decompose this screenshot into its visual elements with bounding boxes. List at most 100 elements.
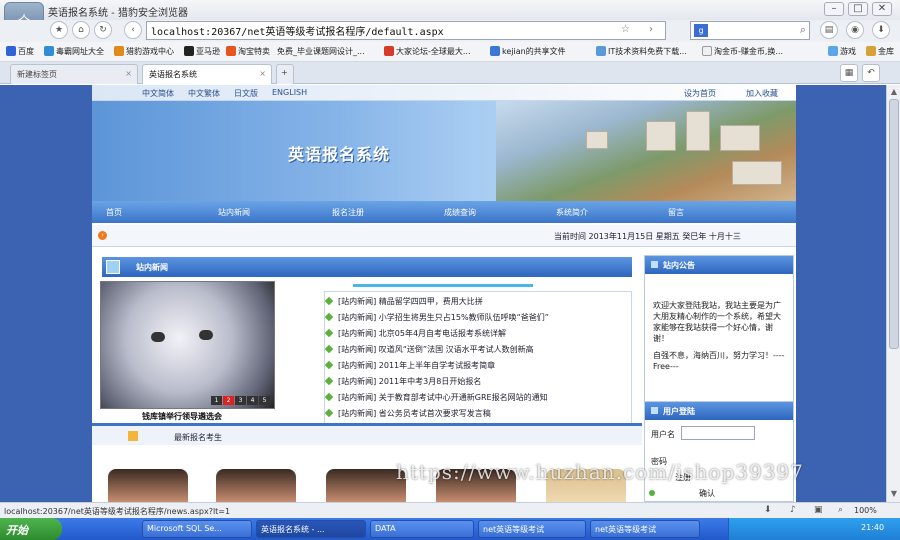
- tab-bar: 新建标签页 × 英语报名系统 × + ▦ ↶: [0, 62, 900, 84]
- undo-close-icon[interactable]: ↶: [862, 64, 880, 82]
- menu-about[interactable]: 系统简介: [556, 207, 588, 218]
- task-project-editor[interactable]: net英语等级考试: [590, 520, 700, 538]
- tools-icon[interactable]: ▤: [820, 21, 838, 39]
- fav-item-design[interactable]: 免费_毕业课题网设计_...: [277, 46, 365, 57]
- site-banner: 英语报名系统: [92, 101, 796, 201]
- favorite-star-icon[interactable]: ☆: [621, 24, 630, 35]
- latest-examinees-header: 最新报名考生: [92, 423, 642, 445]
- news-item[interactable]: [站内新闻] 2011年上半年自学考试报考简章: [324, 360, 495, 371]
- site-container: 中文简体 中文繁体 日文版 ENGLISH 设为首页 加入收藏 英语报名系统 首…: [92, 85, 796, 502]
- examinee-photo[interactable]: [108, 469, 188, 502]
- examinee-photo[interactable]: [216, 469, 296, 502]
- lang-simplified[interactable]: 中文简体: [142, 88, 174, 99]
- set-homepage-link[interactable]: 设为首页: [684, 88, 716, 99]
- menu-home[interactable]: 首页: [106, 207, 122, 218]
- address-bar[interactable]: ☆ ›: [146, 21, 666, 40]
- username-input[interactable]: [681, 426, 755, 440]
- maximize-button[interactable]: □: [848, 2, 868, 16]
- arrow-icon: ›: [98, 231, 107, 240]
- sound-icon[interactable]: ♪: [790, 505, 796, 515]
- pager-2[interactable]: 2: [223, 396, 234, 405]
- scroll-thumb[interactable]: [889, 99, 899, 349]
- vertical-scrollbar[interactable]: ▲ ▼: [886, 85, 900, 502]
- news-item[interactable]: [站内新闻] 北京05年4月自考电话报考系统详解: [324, 328, 506, 339]
- news-item[interactable]: [站内新闻] 叹道风“送倒”法国 汉语水平考试人数创新高: [324, 344, 534, 355]
- fav-item-kejian[interactable]: kejian的共享文件: [490, 46, 566, 57]
- fav-item-it[interactable]: IT技术资料免费下载...: [596, 46, 687, 57]
- monitor-icon: [106, 260, 120, 274]
- search-icon[interactable]: ⌕: [800, 23, 806, 37]
- menu-message[interactable]: 留言: [668, 207, 684, 218]
- pager-4[interactable]: 4: [247, 396, 258, 405]
- home-icon[interactable]: ⌂: [72, 21, 90, 39]
- scroll-up-icon[interactable]: ▲: [889, 87, 899, 96]
- task-data-folder[interactable]: DATA: [370, 520, 474, 538]
- task-sql-server[interactable]: Microsoft SQL Se...: [142, 520, 252, 538]
- close-button[interactable]: ✕: [872, 2, 892, 16]
- minimize-button[interactable]: –: [824, 2, 844, 16]
- clock: 21:40: [861, 523, 885, 532]
- tab-list-icon[interactable]: ▦: [840, 64, 858, 82]
- fav-item-jinku[interactable]: 金库: [866, 46, 894, 57]
- confirm-link[interactable]: 确认: [699, 488, 715, 499]
- fav-item-amazon[interactable]: 亚马逊: [184, 46, 220, 57]
- window-title: 英语报名系统 - 猎豹安全浏览器: [48, 8, 188, 19]
- fav-item-forum[interactable]: 大家论坛-全球最大...: [384, 46, 471, 57]
- notice-header: 站内公告: [645, 256, 793, 274]
- fav-item-baidu[interactable]: 百度: [6, 46, 34, 57]
- back-icon[interactable]: ‹: [124, 21, 142, 39]
- download-status-icon[interactable]: ⬇: [764, 505, 772, 515]
- notice-text: 欢迎大家登陆我站，我站主要是为广大朋友精心制作的一个系统，希望大家能够在我站获得…: [653, 301, 785, 371]
- pager-3[interactable]: 3: [235, 396, 246, 405]
- tab-english-signup[interactable]: 英语报名系统 ×: [142, 64, 272, 84]
- language-strip: 中文简体 中文繁体 日文版 ENGLISH 设为首页 加入收藏: [92, 85, 796, 101]
- new-tab-button[interactable]: +: [276, 64, 294, 84]
- current-date: 当前时间 2013年11月15日 星期五 癸巳年 十月十三: [554, 232, 741, 241]
- forward-icon[interactable]: ›: [649, 24, 653, 35]
- start-button[interactable]: 开始: [0, 518, 62, 540]
- refresh-icon[interactable]: ↻: [94, 21, 112, 39]
- fav-item-taojin[interactable]: 淘金币-赚金币,换...: [702, 46, 783, 57]
- task-project-folder[interactable]: net英语等级考试: [478, 520, 586, 538]
- pager-1[interactable]: 1: [211, 396, 222, 405]
- photo-caption[interactable]: 钱库镇举行领导遴选会: [142, 411, 222, 422]
- close-tab-icon[interactable]: ×: [259, 69, 266, 78]
- zoom-level[interactable]: 100%: [854, 506, 877, 515]
- lang-japanese[interactable]: 日文版: [234, 88, 258, 99]
- fav-item-duba[interactable]: 毒霸网址大全: [44, 46, 104, 57]
- lang-traditional[interactable]: 中文繁体: [188, 88, 220, 99]
- menu-score[interactable]: 成绩查询: [444, 207, 476, 218]
- username-label: 用户名: [651, 430, 675, 439]
- navigation-bar: ★ ⌂ ↻ ‹ ☆ › g ⌕ ▤ ◉ ⬇: [0, 20, 900, 42]
- news-item[interactable]: [站内新闻] 省公务员考试首次要求写发言稿: [324, 408, 491, 419]
- news-photo[interactable]: 12345: [100, 281, 275, 409]
- zoom-icon[interactable]: ⌕: [838, 505, 843, 515]
- menu-icon[interactable]: ◉: [846, 21, 864, 39]
- search-engine-icon[interactable]: g: [694, 24, 708, 37]
- lang-english[interactable]: ENGLISH: [272, 88, 307, 97]
- news-item[interactable]: [站内新闻] 小学招生将男生只占15%教师队伍呼唤“爸爸们”: [324, 312, 549, 323]
- task-browser[interactable]: 英语报名系统 - ...: [256, 520, 366, 538]
- pager-5[interactable]: 5: [259, 396, 270, 405]
- search-box[interactable]: g ⌕: [690, 21, 810, 40]
- news-item[interactable]: [站内新闻] 2011年中考3月8日开始报名: [324, 376, 481, 387]
- add-favorite-link[interactable]: 加入收藏: [746, 88, 778, 99]
- status-url: localhost:20367/net英语等级考试报名程序/news.aspx?…: [4, 507, 231, 516]
- scroll-down-icon[interactable]: ▼: [889, 489, 899, 498]
- fav-item-games[interactable]: 游戏: [828, 46, 856, 57]
- tab-new-tab[interactable]: 新建标签页 ×: [10, 64, 138, 84]
- fav-item-game[interactable]: 猎豹游戏中心: [114, 46, 174, 57]
- menu-news[interactable]: 站内新闻: [218, 207, 250, 218]
- download-icon[interactable]: ⬇: [872, 21, 890, 39]
- banner-title: 英语报名系统: [288, 145, 391, 164]
- news-item[interactable]: [站内新闻] 关于教育部考试中心开通新GRE报名网站的通知: [324, 392, 548, 403]
- close-tab-icon[interactable]: ×: [125, 69, 132, 78]
- star-icon[interactable]: ★: [50, 21, 68, 39]
- address-input[interactable]: [147, 22, 607, 38]
- menu-register[interactable]: 报名注册: [332, 207, 364, 218]
- examinee-photo[interactable]: [326, 469, 406, 502]
- news-item[interactable]: [站内新闻] 精品留学四四甲，费用大比拼: [324, 296, 483, 307]
- system-tray: 21:40: [728, 518, 900, 540]
- fav-item-taobao[interactable]: 淘宝特卖: [226, 46, 270, 57]
- screenshot-icon[interactable]: ▣: [814, 505, 823, 515]
